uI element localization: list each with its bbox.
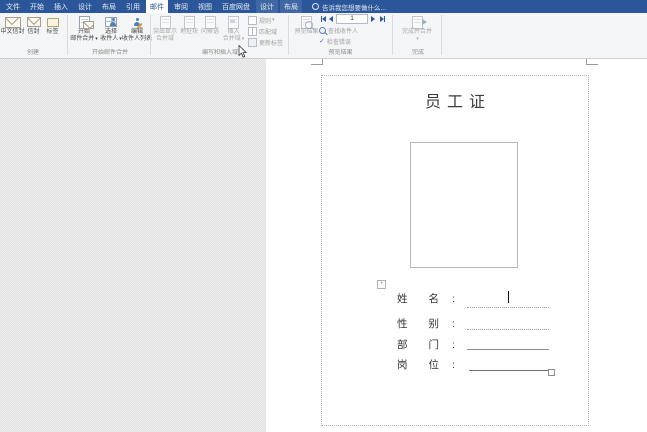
tab-view[interactable]: 视图	[194, 0, 216, 13]
group-label-preview-results: 预览结果	[328, 50, 353, 56]
tab-home[interactable]: 开始	[26, 0, 48, 13]
finish-and-merge-button[interactable]: 完成并合并 ▾	[398, 14, 436, 48]
rules-icon	[248, 15, 257, 25]
mouse-cursor-icon	[238, 44, 248, 63]
match-fields-button[interactable]: 匹配域	[248, 26, 277, 36]
record-number-input[interactable]: 1	[336, 14, 368, 24]
tab-layout[interactable]: 布局	[98, 0, 120, 13]
highlight-merge-fields-button[interactable]: 突出显示 合并域	[152, 14, 178, 48]
previous-record-icon[interactable]	[328, 14, 334, 23]
tell-me-box[interactable]: 告诉我您想要做什么...	[312, 0, 386, 13]
crop-mark	[586, 64, 598, 65]
ribbon-tab-bar: 文件 开始 插入 设计 布局 引用 邮件 审阅 视图 百度网盘 设计 布局 告诉…	[0, 0, 647, 13]
labels-icon	[46, 15, 59, 29]
address-block-button[interactable]: 地址块	[179, 14, 199, 48]
tab-table-layout[interactable]: 布局	[280, 0, 302, 13]
find-recipient-button[interactable]: 查找收件人	[319, 25, 358, 35]
highlight-merge-fields-icon	[159, 15, 171, 29]
next-record-icon[interactable]	[370, 14, 376, 23]
tab-review[interactable]: 审阅	[170, 0, 192, 13]
document-canvas-background	[0, 59, 266, 432]
address-block-icon	[183, 15, 195, 29]
group-label-start-mail-merge: 开始邮件合并	[91, 50, 128, 56]
preview-results-button[interactable]: 预览结果	[293, 14, 320, 48]
select-recipients-icon	[105, 15, 117, 29]
tab-mailings[interactable]: 邮件	[146, 0, 168, 13]
group-label-write-insert-fields: 编写和插入域	[201, 50, 238, 56]
check-errors-button[interactable]: ✓ 检查错误	[319, 36, 351, 46]
edit-recipient-list-icon	[134, 15, 143, 30]
field-row-gender[interactable]: 性别 :	[397, 316, 455, 331]
find-recipient-icon	[319, 26, 326, 34]
finish-merge-icon	[411, 15, 427, 29]
field-underline	[469, 370, 550, 371]
chinese-envelope-icon	[4, 15, 21, 29]
check-errors-icon: ✓	[319, 37, 325, 45]
table-resize-handle-icon[interactable]	[548, 369, 555, 376]
field-row-department[interactable]: 部门 :	[397, 337, 455, 352]
tab-table-design[interactable]: 设计	[256, 0, 278, 13]
select-recipients-button[interactable]: 选择 收件人 ▾	[99, 14, 123, 48]
envelope-icon	[26, 15, 41, 29]
tab-references[interactable]: 引用	[122, 0, 144, 13]
match-fields-icon	[248, 26, 257, 36]
envelope-button[interactable]: 信封	[25, 14, 42, 48]
greeting-line-icon	[204, 15, 216, 29]
greeting-line-button[interactable]: 问候语	[200, 14, 220, 48]
last-record-icon[interactable]	[378, 14, 386, 23]
tell-me-text: 告诉我您想要做什么...	[322, 4, 386, 12]
field-underline	[467, 307, 549, 308]
tab-baidu-netdisk[interactable]: 百度网盘	[218, 0, 254, 13]
ribbon-mailings: 中文信封 信封 标签 开始 邮件合并 ▾ 选择 收件人 ▾ 编辑 收件人列表 突…	[0, 13, 647, 59]
group-label-finish: 完成	[411, 50, 424, 56]
group-separator	[150, 15, 151, 55]
field-row-position[interactable]: 岗位 :	[397, 357, 455, 372]
update-labels-icon	[248, 37, 257, 47]
rules-button[interactable]: 规则 ▾	[248, 15, 275, 25]
group-label-create: 创建	[26, 50, 39, 56]
labels-button[interactable]: 标签	[43, 14, 62, 48]
edit-recipient-list-button[interactable]: 编辑 收件人列表	[122, 14, 152, 48]
tab-file[interactable]: 文件	[2, 0, 24, 13]
start-mail-merge-button[interactable]: 开始 邮件合并 ▾	[70, 14, 98, 48]
tab-insert[interactable]: 插入	[50, 0, 72, 13]
group-separator	[441, 15, 442, 55]
field-underline	[467, 329, 549, 330]
insert-merge-field-button[interactable]: 插入 合并域 ▾	[221, 14, 246, 48]
start-mail-merge-icon	[78, 15, 94, 29]
crop-mark	[311, 64, 323, 65]
card-title[interactable]: 员工证	[321, 88, 589, 112]
word-window: 文件 开始 插入 设计 布局 引用 邮件 审阅 视图 百度网盘 设计 布局 告诉…	[0, 0, 647, 432]
update-labels-button[interactable]: 更新标签	[248, 37, 283, 47]
tell-me-bulb-icon	[312, 3, 319, 10]
group-separator	[67, 15, 68, 55]
table-move-handle-icon[interactable]: +	[377, 280, 386, 289]
field-row-name[interactable]: 姓名 :	[397, 291, 455, 306]
tab-design[interactable]: 设计	[74, 0, 96, 13]
photo-placeholder-box[interactable]	[410, 142, 518, 268]
preview-results-icon	[301, 15, 313, 29]
field-underline	[467, 349, 549, 350]
first-record-icon[interactable]	[319, 14, 327, 23]
group-separator	[392, 15, 393, 55]
insert-merge-field-icon	[228, 15, 239, 29]
document-page[interactable]: 员工证 + 姓名 : 性别 : 部门 : 岗位 :	[266, 59, 647, 432]
chinese-envelope-button[interactable]: 中文信封	[1, 14, 25, 48]
text-caret	[508, 291, 509, 303]
